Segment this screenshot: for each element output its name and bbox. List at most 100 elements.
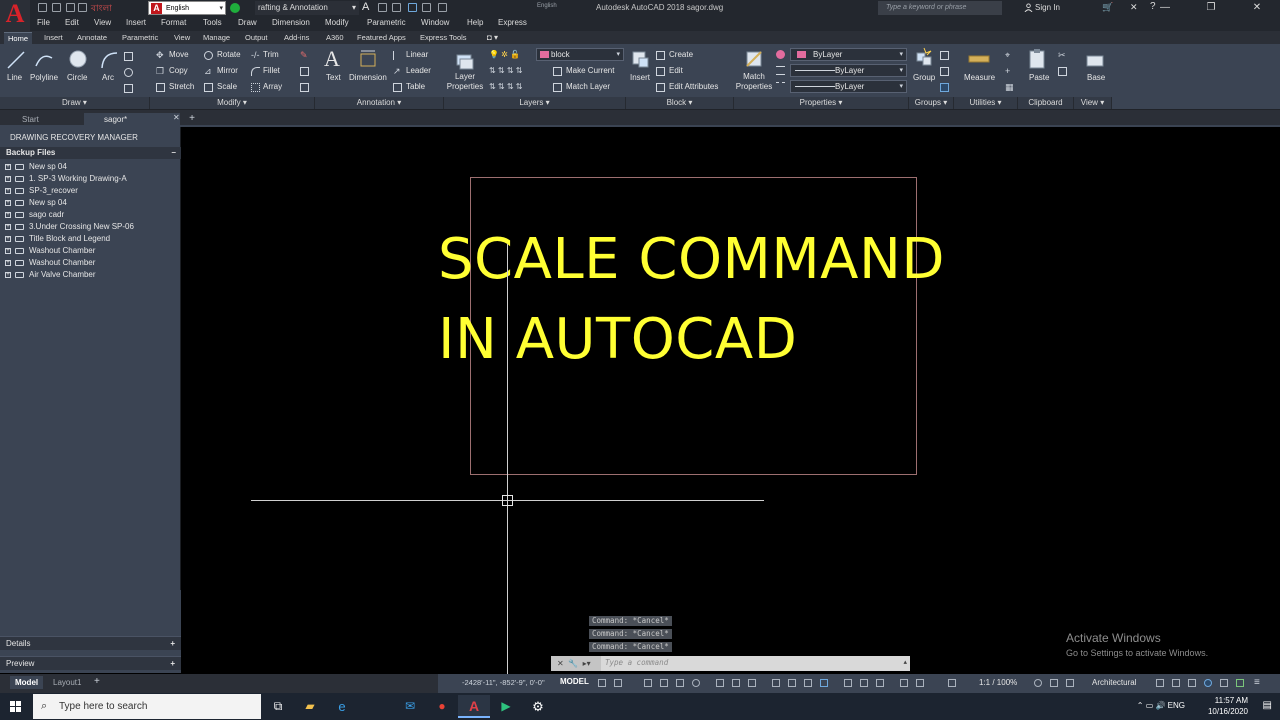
isometric-icon[interactable] <box>716 679 724 687</box>
model-space-button[interactable]: MODEL <box>560 677 589 686</box>
rotate-icon[interactable] <box>204 51 213 60</box>
units-icon[interactable] <box>1066 679 1074 687</box>
match-layer-button[interactable]: Match Layer <box>566 82 610 91</box>
erase-icon[interactable]: ✎ <box>300 51 309 60</box>
open-file-icon[interactable] <box>52 3 61 12</box>
list-item[interactable]: +3.Under Crossing New SP-06 <box>0 221 181 233</box>
insert-block-icon[interactable] <box>630 49 650 69</box>
linetype-dropdown[interactable]: ByLayer ▾ <box>790 80 907 93</box>
tab-featured-apps[interactable]: Featured Apps <box>353 32 410 44</box>
tab-insert[interactable]: Insert <box>40 32 67 44</box>
taskbar-clock[interactable]: 11:57 AM 10/16/2020 <box>1208 695 1248 717</box>
arc-tool-label[interactable]: Arc <box>102 73 114 82</box>
expand-icon[interactable]: + <box>5 248 11 254</box>
group-icon[interactable] <box>913 47 935 69</box>
measure-label[interactable]: Measure <box>964 73 995 82</box>
menu-view[interactable]: View <box>94 18 111 27</box>
bangla-ime-indicator[interactable]: বাংলা <box>91 1 143 15</box>
line-tool-label[interactable]: Line <box>7 73 22 82</box>
transparency-icon[interactable] <box>788 679 796 687</box>
selection-cycling-icon[interactable] <box>804 679 812 687</box>
edit-block-icon[interactable] <box>656 67 665 76</box>
close-icon[interactable]: ✕ <box>557 659 564 668</box>
close-icon[interactable]: ✕ <box>173 113 180 122</box>
tab-layout1[interactable]: Layout1 <box>48 676 86 689</box>
layer-properties-icon[interactable] <box>455 51 475 71</box>
menu-window[interactable]: Window <box>421 18 449 27</box>
panel-title-draw[interactable]: Draw ▾ <box>0 97 150 109</box>
lock-ui-icon[interactable] <box>1172 679 1180 687</box>
circle-tool-label[interactable]: Circle <box>67 73 87 82</box>
auto-scale-icon[interactable] <box>916 679 924 687</box>
menu-express[interactable]: Express <box>498 18 527 27</box>
drawing-text-line-2[interactable]: IN AUTOCAD <box>438 307 797 372</box>
clean-screen-icon[interactable] <box>1220 679 1228 687</box>
list-item[interactable]: + Title Block and Legend <box>0 233 181 245</box>
menu-format[interactable]: Format <box>161 18 186 27</box>
edit-block-button[interactable]: Edit <box>669 66 683 75</box>
close-window-button[interactable]: ✕ <box>1234 0 1280 16</box>
gizmo-icon[interactable] <box>876 679 884 687</box>
cart-icon[interactable]: 🛒 <box>1102 2 1113 13</box>
expand-icon[interactable]: + <box>5 212 11 218</box>
tab-a360[interactable]: A360 <box>322 32 348 44</box>
object-snap-tracking-icon[interactable] <box>732 679 740 687</box>
drawing-text-line-1[interactable]: SCALE COMMAND <box>438 227 945 292</box>
tab-express-tools[interactable]: Express Tools <box>416 32 471 44</box>
new-file-icon[interactable] <box>38 3 47 12</box>
ungroup-icon[interactable] <box>940 51 949 60</box>
selection-filter-icon[interactable] <box>860 679 868 687</box>
menu-dimension[interactable]: Dimension <box>272 18 310 27</box>
annotation-scale-value[interactable]: 1:1 / 100% <box>979 678 1017 687</box>
offset-icon[interactable] <box>300 83 309 92</box>
rotate-button[interactable]: Rotate <box>217 50 241 59</box>
plot-icon[interactable] <box>408 3 417 12</box>
system-tray-icons[interactable]: ⌃ ▭ 🔊 ENG <box>1137 701 1185 710</box>
list-item[interactable]: + New sp 04 <box>0 197 181 209</box>
stretch-icon[interactable] <box>156 83 165 92</box>
table-button[interactable]: Table <box>406 82 425 91</box>
tab-annotate[interactable]: Annotate <box>73 32 111 44</box>
layer-dropdown[interactable]: block ▾ <box>536 48 624 61</box>
stretch-button[interactable]: Stretch <box>169 82 194 91</box>
backup-files-header[interactable]: Backup Files – <box>0 147 181 159</box>
layer-properties-label-2[interactable]: Properties <box>446 82 484 91</box>
base-view-icon[interactable] <box>1085 50 1105 70</box>
layer-tools-icons-row1[interactable]: ⇅ ⇅ ⇅ ⇅ <box>489 66 522 75</box>
tab-parametric[interactable]: Parametric <box>118 32 162 44</box>
wrench-icon[interactable]: 🔧 <box>568 659 578 668</box>
match-properties-label-1[interactable]: Match <box>734 72 774 81</box>
object-snap-icon[interactable] <box>748 679 756 687</box>
polar-tracking-icon[interactable] <box>692 679 700 687</box>
panel-title-view[interactable]: View ▾ <box>1074 97 1112 109</box>
trim-icon[interactable]: -/- <box>251 51 260 60</box>
list-item[interactable]: + SP-3_recover <box>0 185 181 197</box>
settings-gear-icon[interactable]: ⚙ <box>522 695 554 718</box>
panel-title-utilities[interactable]: Utilities ▾ <box>954 97 1018 109</box>
make-current-icon[interactable] <box>553 67 562 76</box>
ribbon-options-icon[interactable]: ◘ ▾ <box>487 33 498 42</box>
mirror-icon[interactable]: ⊿ <box>204 67 213 76</box>
table-icon[interactable] <box>393 83 402 92</box>
cursor-coordinates[interactable]: -2428'-11", -852'-9", 0'-0" <box>462 678 545 687</box>
drawing-canvas[interactable]: SCALE COMMAND IN AUTOCAD Command: *Cance… <box>182 129 1280 674</box>
panel-title-layers[interactable]: Layers ▾ <box>444 97 626 109</box>
windows-start-icon[interactable] <box>0 693 32 720</box>
dynamic-ucs-icon[interactable] <box>844 679 852 687</box>
scale-icon[interactable] <box>204 83 213 92</box>
grid-icon[interactable] <box>598 679 606 687</box>
leader-button[interactable]: Leader <box>406 66 431 75</box>
group-selection-icon[interactable] <box>940 83 949 92</box>
task-view-icon[interactable]: ⧉ <box>262 695 294 718</box>
text-tool-icon[interactable]: A <box>324 46 340 72</box>
undo-icon[interactable] <box>378 3 387 12</box>
panel-title-modify[interactable]: Modify ▾ <box>150 97 315 109</box>
workspace-switching-icon[interactable] <box>1034 679 1042 687</box>
make-current-button[interactable]: Make Current <box>566 66 614 75</box>
exchange-icon[interactable]: ✕ <box>1130 2 1138 13</box>
tab-model[interactable]: Model <box>10 676 44 689</box>
quick-select-icon[interactable]: ⌖ <box>1005 51 1014 60</box>
file-tab-start[interactable]: Start <box>2 113 84 127</box>
list-item[interactable]: + sago cadr <box>0 209 181 221</box>
insert-block-label[interactable]: Insert <box>630 73 650 82</box>
